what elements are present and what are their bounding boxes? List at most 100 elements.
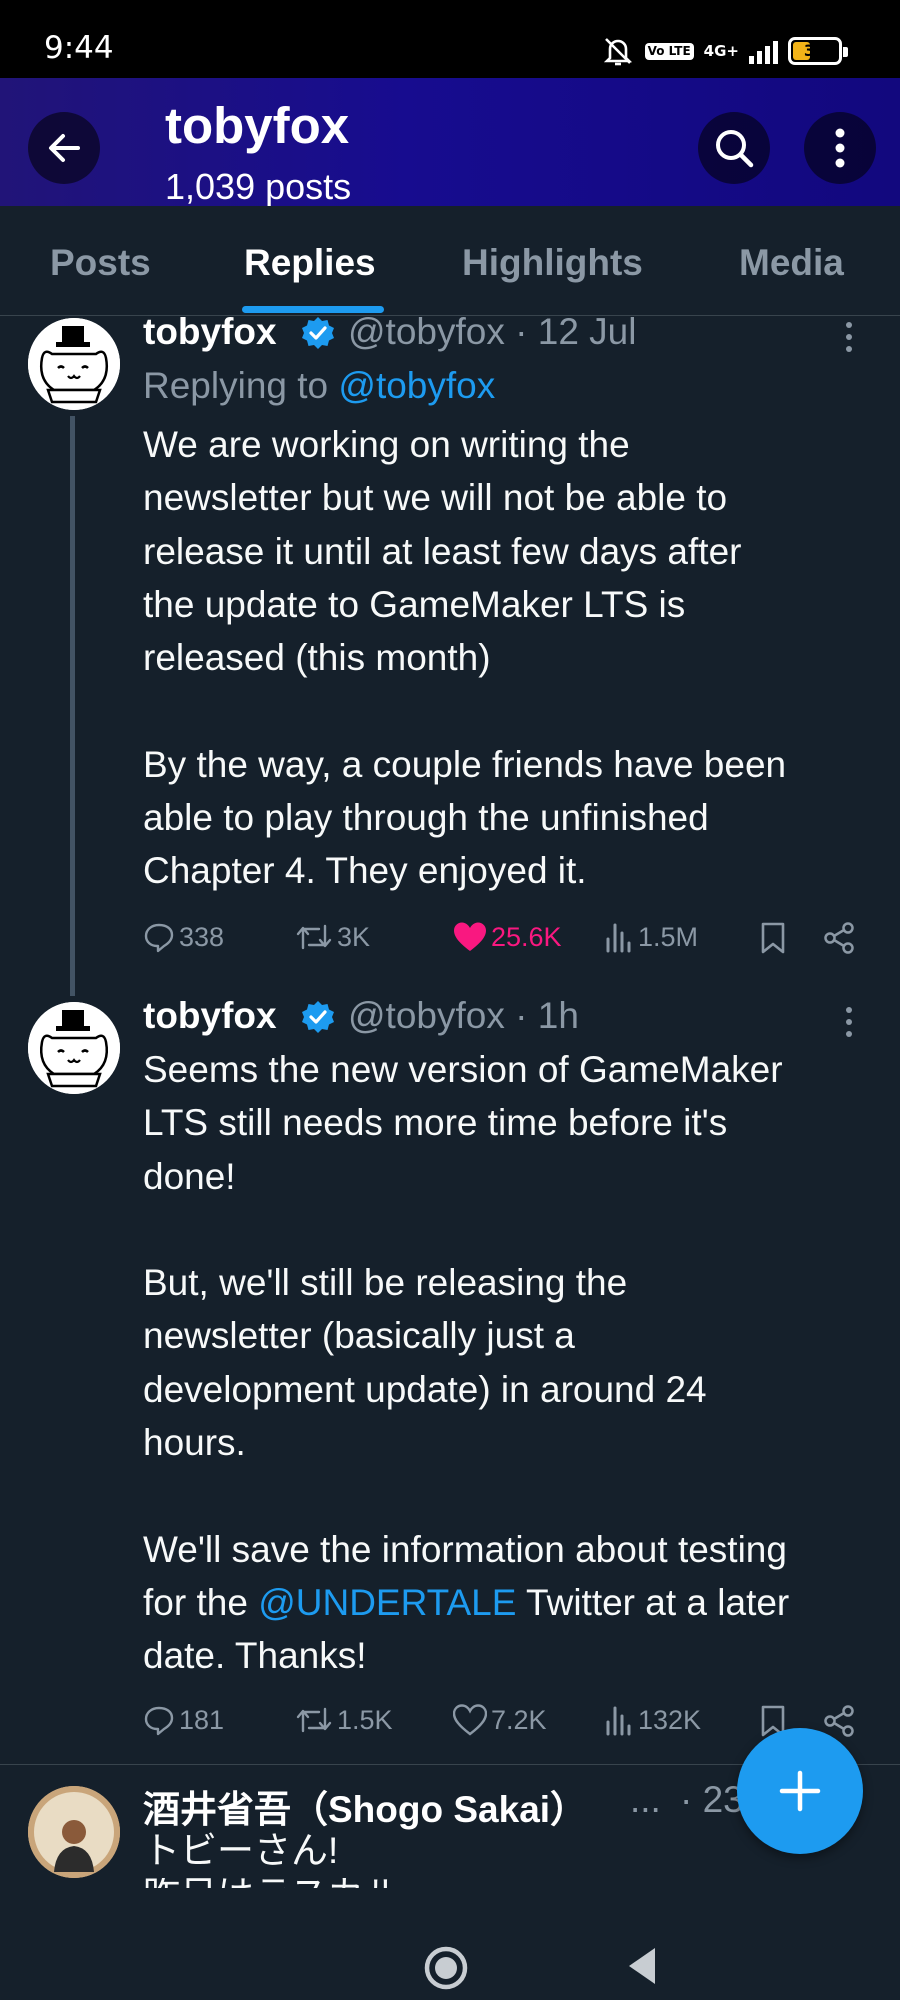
post-line: hours.: [143, 1422, 246, 1464]
post-line: development update) in around 24: [143, 1368, 707, 1410]
post-time: · 23: [680, 1779, 744, 1820]
photo-avatar-icon: [28, 1786, 120, 1878]
plus-icon: [779, 1770, 821, 1812]
repost-icon: [296, 1707, 332, 1733]
post-line: newsletter (basically just a: [143, 1315, 575, 1357]
post-line: release it until at least few days after: [143, 530, 742, 572]
profile-header: tobyfox 1,039 posts: [0, 78, 900, 206]
replying-to: Replying to @tobyfox: [143, 365, 495, 407]
view-count: 132K: [638, 1704, 702, 1735]
avatar[interactable]: [28, 1002, 120, 1094]
replying-handle-link[interactable]: @tobyfox: [338, 365, 495, 406]
repost-count: 1.5K: [337, 1704, 393, 1735]
author-name[interactable]: tobyfox: [143, 311, 277, 353]
battery-icon: 39: [788, 37, 848, 65]
post-line: date. Thanks!: [143, 1635, 367, 1677]
post-line: done!: [143, 1155, 236, 1197]
like-count: 25.6K: [491, 921, 562, 952]
replying-prefix: Replying to: [143, 365, 339, 406]
reply-button[interactable]: 181: [143, 1704, 224, 1736]
home-circle-icon[interactable]: [423, 1945, 469, 1991]
post-line: We are working on writing the: [143, 424, 630, 465]
reply-icon: [144, 923, 174, 953]
avatar[interactable]: [28, 1786, 120, 1878]
post-line: Chapter 4. They enjoyed it.: [143, 850, 587, 892]
post-line: Seems the new version of GameMaker: [143, 1049, 783, 1090]
views-button[interactable]: 132K: [604, 1704, 701, 1736]
mention-suffix: Twitter at a later: [516, 1581, 790, 1623]
post-menu-icon[interactable]: [846, 1007, 854, 1043]
profile-tabs: Posts Replies Highlights Media: [0, 206, 900, 316]
search-icon: [716, 130, 754, 168]
author-handle[interactable]: @tobyfox · 1h: [348, 995, 579, 1037]
system-nav-bar: [0, 1890, 900, 2000]
handle-ellipsis: ...: [630, 1779, 661, 1820]
compose-button[interactable]: [737, 1728, 863, 1854]
post-time: · 12 Jul: [515, 311, 637, 352]
post-line: [143, 1203, 883, 1256]
battery-level: 39: [803, 41, 827, 60]
post-line: We'll save the information about testing: [143, 1528, 787, 1570]
cat-avatar-icon: [28, 318, 120, 410]
back-triangle-icon[interactable]: [625, 1945, 659, 1987]
search-button[interactable]: [698, 112, 770, 184]
post-time: · 1h: [515, 995, 579, 1036]
post-line: newsletter but we will not be able to: [143, 477, 728, 519]
tab-replies[interactable]: Replies: [244, 242, 376, 284]
tab-highlights[interactable]: Highlights: [462, 242, 643, 284]
post-line: for the @UNDERTALE Twitter at a later: [143, 1576, 883, 1629]
more-vertical-icon: [835, 128, 845, 168]
author-name[interactable]: tobyfox: [143, 995, 277, 1037]
share-icon[interactable]: [822, 921, 856, 955]
post-line-clipped: 昨日はラスカル...: [143, 1878, 883, 1888]
handle-text: @tobyfox: [348, 995, 505, 1036]
status-icons: Vo LTE 4G+ 39: [601, 34, 848, 68]
bell-muted-icon: [603, 38, 632, 66]
repost-count: 3K: [337, 921, 371, 952]
network-type: 4G+: [703, 42, 739, 60]
repost-button[interactable]: 1.5K: [295, 1704, 393, 1736]
views-icon: [606, 1706, 631, 1736]
heart-filled-icon: [454, 922, 486, 951]
repost-button[interactable]: 3K: [295, 921, 370, 953]
back-button[interactable]: [28, 112, 100, 184]
post-line: But, we'll still be releasing the: [143, 1262, 628, 1304]
post-menu-icon[interactable]: [846, 322, 854, 358]
like-button[interactable]: 7.2K: [453, 1704, 547, 1736]
back-arrow-icon: [49, 134, 80, 162]
reply-button[interactable]: 338: [143, 921, 224, 953]
view-count: 1.5M: [638, 921, 699, 952]
thread-line: [70, 416, 75, 996]
mention-link[interactable]: @UNDERTALE: [258, 1582, 516, 1623]
views-button[interactable]: 1.5M: [604, 921, 698, 953]
post-text: We are working on writing the newsletter…: [143, 418, 883, 898]
profile-title: tobyfox: [165, 97, 350, 154]
reply-icon: [144, 1706, 174, 1736]
bookmark-icon[interactable]: [759, 921, 787, 955]
post-line: By the way, a couple friends have been: [143, 743, 787, 785]
post-line: released (this month): [143, 637, 491, 679]
post-line: LTS still needs more time before it's: [143, 1102, 728, 1144]
post-line: [143, 1469, 883, 1522]
status-time: 9:44: [44, 30, 114, 66]
signal-icon: [749, 38, 778, 64]
post-line: [143, 684, 883, 737]
verified-badge-icon: [302, 317, 334, 349]
repost-icon: [296, 924, 332, 950]
mention-prefix: for the: [143, 1581, 259, 1623]
reply-count: 338: [179, 921, 225, 952]
like-button[interactable]: 25.6K: [453, 921, 562, 953]
post-count: 1,039 posts: [165, 166, 352, 206]
like-count: 7.2K: [491, 1704, 547, 1735]
avatar[interactable]: [28, 318, 120, 410]
tab-media[interactable]: Media: [739, 242, 844, 284]
author-handle[interactable]: @tobyfox · 12 Jul: [348, 311, 636, 353]
share-icon[interactable]: [822, 1704, 856, 1738]
tab-posts[interactable]: Posts: [50, 242, 151, 284]
cat-avatar-icon: [28, 1002, 120, 1094]
post-line: the update to GameMaker LTS is: [143, 583, 686, 625]
more-options-button[interactable]: [804, 112, 876, 184]
handle-text: @tobyfox: [348, 311, 505, 352]
post-line: able to play through the unfinished: [143, 797, 709, 839]
verified-badge-icon: [302, 1001, 334, 1033]
